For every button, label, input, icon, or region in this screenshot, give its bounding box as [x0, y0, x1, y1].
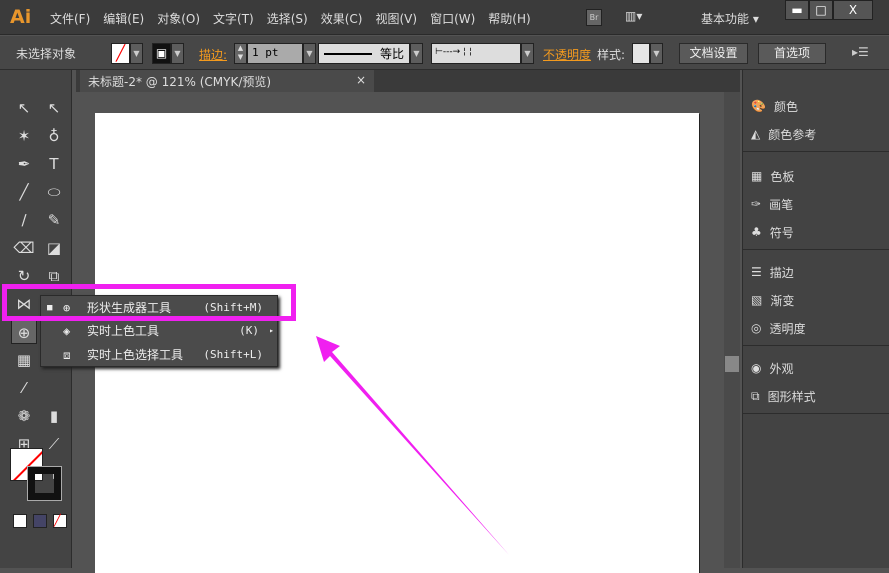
annotation-arrow [316, 336, 510, 556]
arrow-icon [316, 336, 510, 556]
